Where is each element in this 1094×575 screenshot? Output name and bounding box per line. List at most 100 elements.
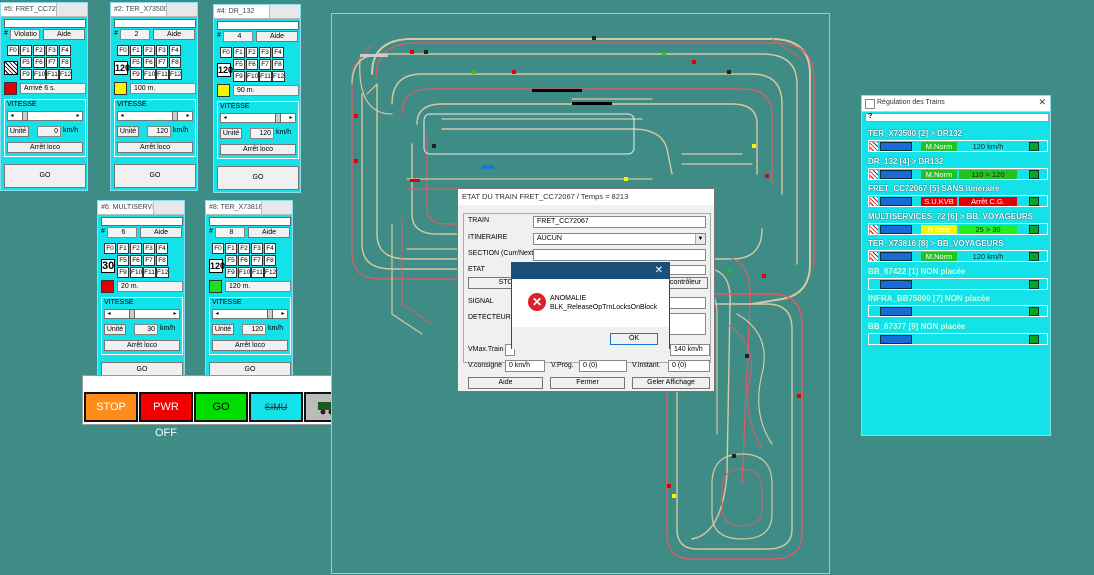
address-field[interactable]: 2	[120, 29, 150, 40]
itineraire-select[interactable]: AUCUN ▼	[533, 233, 706, 245]
speed-slider[interactable]: ◂ ▸	[212, 309, 288, 319]
function-key[interactable]: F10	[238, 267, 251, 278]
function-key[interactable]: F11	[251, 267, 264, 278]
regulation-train-row[interactable]: BB_67422 [1] NON placée	[868, 267, 1048, 290]
function-key[interactable]: F10	[130, 267, 143, 278]
function-key[interactable]: F4	[59, 45, 71, 56]
function-key[interactable]: F11	[46, 69, 59, 80]
train-icon[interactable]	[1029, 197, 1039, 206]
regulation-train-row[interactable]: TER_X73816 [8] > BB_VOYAGEURS M.Norm 120 k…	[868, 239, 1048, 262]
slider-thumb[interactable]	[22, 111, 28, 121]
slider-thumb[interactable]	[129, 309, 135, 319]
arrow-right-icon[interactable]: ▸	[171, 310, 179, 318]
arrow-left-icon[interactable]: ◂	[8, 112, 16, 120]
train-icon[interactable]	[1029, 279, 1039, 289]
freeze-display-button[interactable]: Geler Affichage	[632, 377, 710, 389]
unit-button[interactable]: Unité	[212, 324, 234, 335]
speed-slider[interactable]: ◂ ▸	[220, 113, 296, 123]
train-field[interactable]: FRET_CC72067	[533, 216, 706, 228]
speed-field[interactable]: 30	[134, 324, 158, 335]
stop-loco-button[interactable]: Arrêt loco	[104, 340, 180, 351]
function-key[interactable]: F5	[117, 255, 129, 266]
function-key[interactable]: F2	[33, 45, 45, 56]
function-key[interactable]: F2	[130, 243, 142, 254]
function-key[interactable]: F0	[7, 45, 19, 56]
regulation-train-row[interactable]: BB_67377 [9] NON placée	[868, 322, 1048, 345]
unit-button[interactable]: Unité	[117, 126, 139, 137]
function-key[interactable]: F9	[233, 71, 245, 82]
speed-slider[interactable]: ◂ ▸	[7, 111, 83, 121]
function-key[interactable]: F1	[233, 47, 245, 58]
close-train-button[interactable]: Fermer	[550, 377, 625, 389]
function-key[interactable]: F5	[130, 57, 142, 68]
ok-button[interactable]: OK	[610, 333, 658, 345]
arrow-right-icon[interactable]: ▸	[287, 114, 295, 122]
unit-button[interactable]: Unité	[7, 126, 29, 137]
function-key[interactable]: F0	[104, 243, 116, 254]
function-key[interactable]: F3	[46, 45, 58, 56]
regulation-train-row[interactable]: FRET_CC72067 [5] SANS itinéraire S.U.KVB A…	[868, 184, 1048, 207]
function-key[interactable]: F10	[33, 69, 46, 80]
function-key[interactable]: F9	[20, 69, 32, 80]
train-icon[interactable]	[1029, 142, 1039, 151]
arrow-right-icon[interactable]: ▸	[74, 112, 82, 120]
function-key[interactable]: F3	[259, 47, 271, 58]
function-key[interactable]: F2	[246, 47, 258, 58]
arrow-right-icon[interactable]: ▸	[279, 310, 287, 318]
speed-field[interactable]: 120	[242, 324, 266, 335]
function-key[interactable]: F10	[143, 69, 156, 80]
window-controls[interactable]	[153, 201, 184, 214]
arrow-left-icon[interactable]: ◂	[221, 114, 229, 122]
function-key[interactable]: F4	[156, 243, 168, 254]
cab-help-button[interactable]: Aide	[43, 29, 85, 40]
address-field[interactable]: 4	[223, 31, 253, 42]
train-help-button[interactable]: Aide	[468, 377, 543, 389]
cab-go-button[interactable]: GO	[114, 164, 196, 188]
function-key[interactable]: F3	[156, 45, 168, 56]
function-key[interactable]: F1	[20, 45, 32, 56]
arrow-right-icon[interactable]: ▸	[184, 112, 192, 120]
train-icon[interactable]	[1029, 334, 1039, 344]
function-key[interactable]: F0	[117, 45, 129, 56]
power-off-button[interactable]: PWR OFF	[139, 392, 193, 439]
help-button[interactable]: ?	[868, 113, 872, 120]
function-key[interactable]: F8	[169, 57, 181, 68]
train-icon[interactable]	[1029, 224, 1039, 234]
speed-field[interactable]: 0	[37, 126, 61, 137]
arrow-left-icon[interactable]: ◂	[213, 310, 221, 318]
arrow-left-icon[interactable]: ◂	[105, 310, 113, 318]
slider-thumb[interactable]	[267, 309, 273, 319]
stop-loco-button[interactable]: Arrêt loco	[7, 142, 83, 153]
function-key[interactable]: F6	[143, 57, 155, 68]
function-key[interactable]: F12	[156, 267, 169, 278]
stop-loco-button[interactable]: Arrêt loco	[220, 144, 296, 155]
section-field[interactable]	[533, 249, 706, 261]
cab-help-button[interactable]: Aide	[256, 31, 298, 42]
function-key[interactable]: F12	[59, 69, 72, 80]
function-key[interactable]: F0	[212, 243, 224, 254]
cab-help-button[interactable]: Aide	[153, 29, 195, 40]
address-field[interactable]: Violatio	[10, 29, 40, 40]
window-controls[interactable]	[166, 3, 197, 16]
simu-button[interactable]: SIMU	[249, 392, 303, 422]
speed-slider[interactable]: ◂ ▸	[117, 111, 193, 121]
close-icon[interactable]: ✕	[1038, 97, 1046, 108]
function-key[interactable]: F11	[143, 267, 156, 278]
function-key[interactable]: F9	[130, 69, 142, 80]
function-key[interactable]: F7	[156, 57, 168, 68]
window-controls[interactable]	[56, 3, 87, 16]
function-key[interactable]: F3	[251, 243, 263, 254]
function-key[interactable]: F8	[59, 57, 71, 68]
function-key[interactable]: F3	[143, 243, 155, 254]
cab-help-button[interactable]: Aide	[140, 227, 182, 238]
stop-button[interactable]: STOP	[84, 392, 138, 422]
function-key[interactable]: F9	[117, 267, 129, 278]
function-key[interactable]: F12	[169, 69, 182, 80]
function-key[interactable]: F2	[238, 243, 250, 254]
slider-thumb[interactable]	[275, 113, 281, 123]
close-icon[interactable]: ✕	[655, 263, 663, 279]
window-controls[interactable]	[261, 201, 292, 214]
function-key[interactable]: F8	[264, 255, 276, 266]
regulation-train-row[interactable]: TER_X73500 [2] > DR132 M.Norm 120 km/h	[868, 129, 1048, 152]
cab-go-button[interactable]: GO	[4, 164, 86, 188]
